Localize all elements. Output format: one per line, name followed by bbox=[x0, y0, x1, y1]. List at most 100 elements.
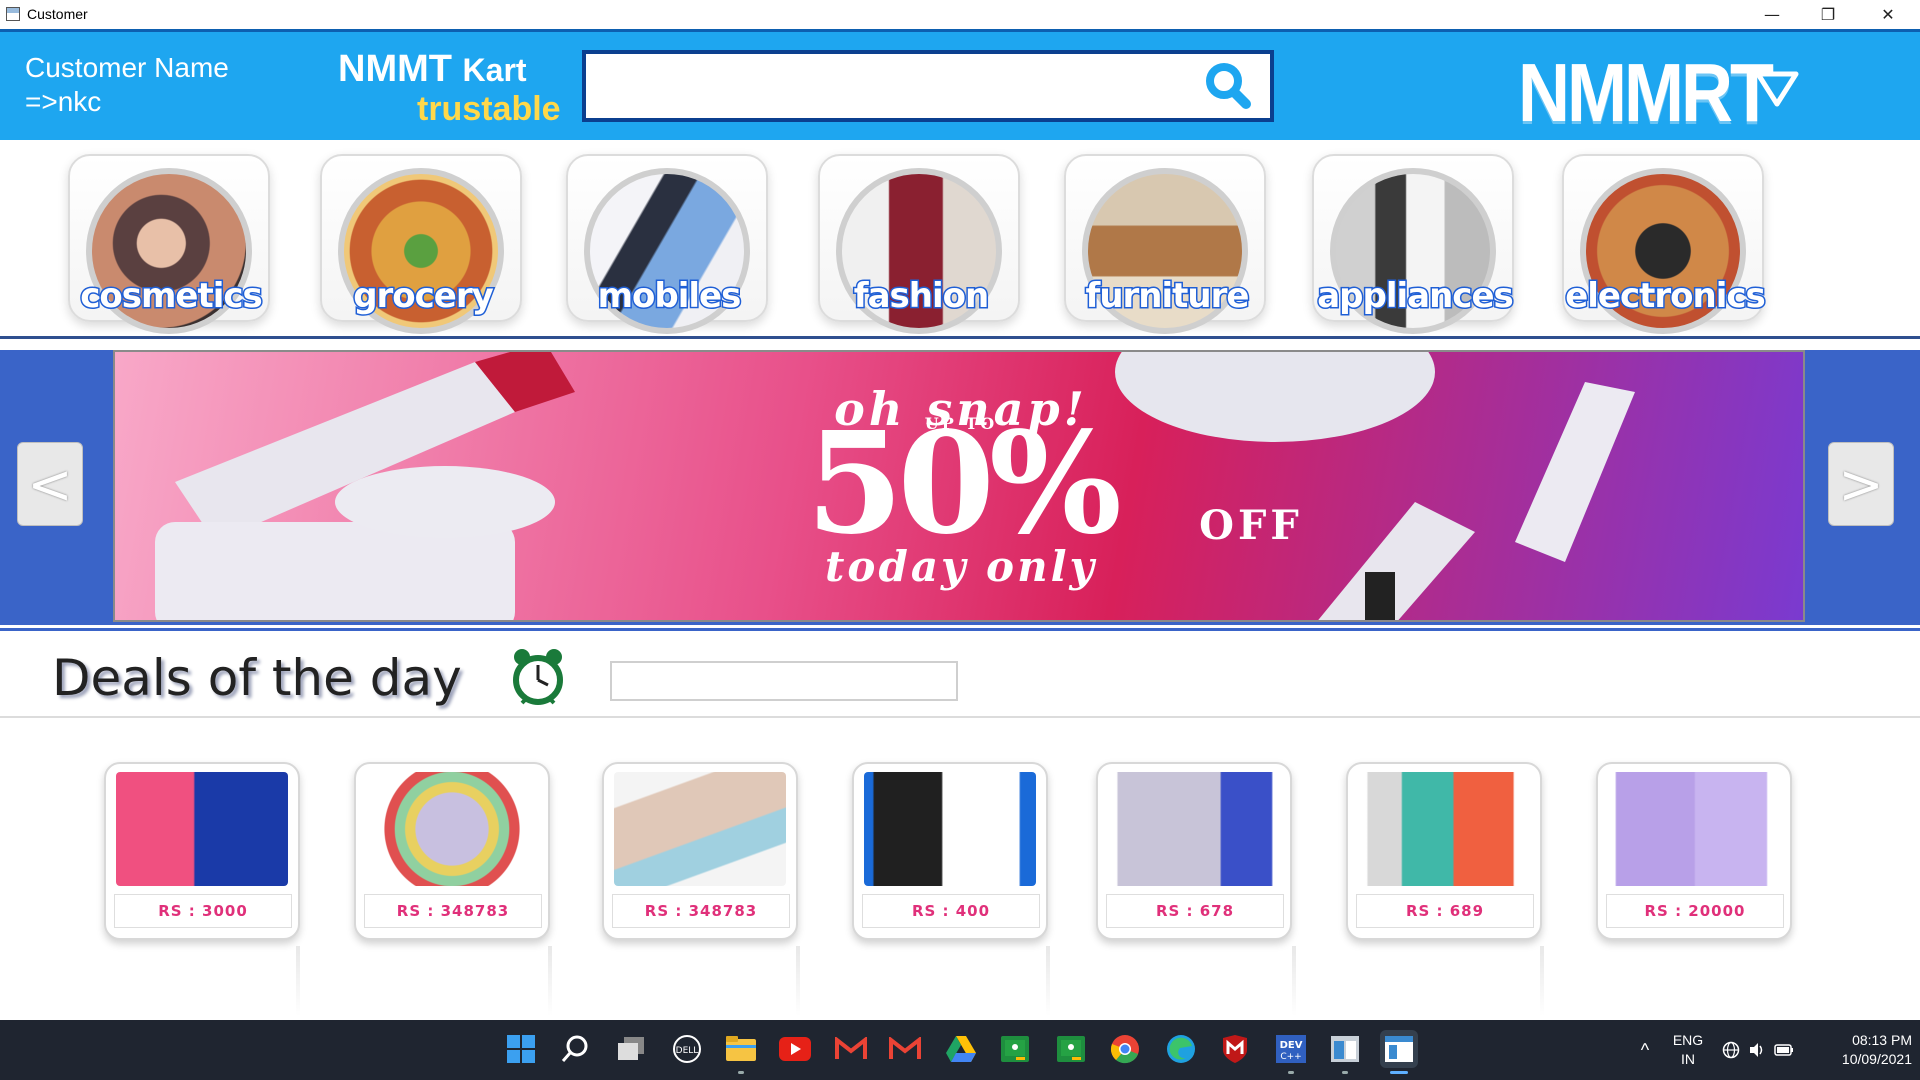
category-label: appliances bbox=[1316, 275, 1516, 318]
product-card[interactable]: RS : 400 bbox=[852, 762, 1048, 940]
windows-taskbar: DELL DEV C++ ^ ENG IN 08:13 PM 10/09/202… bbox=[0, 1020, 1920, 1080]
search-icon[interactable] bbox=[556, 1030, 594, 1068]
window-titlebar: Customer — ❐ ✕ bbox=[0, 0, 1920, 30]
product-price: RS : 348783 bbox=[612, 894, 790, 928]
language-indicator[interactable]: ENG IN bbox=[1668, 1031, 1708, 1071]
banner-subline: today only bbox=[825, 542, 1097, 591]
product-image bbox=[116, 772, 288, 886]
google-classroom-icon-2[interactable] bbox=[1052, 1030, 1090, 1068]
product-image bbox=[864, 772, 1036, 886]
category-appliances[interactable]: appliances bbox=[1312, 154, 1516, 334]
category-mobiles[interactable]: mobiles bbox=[566, 154, 768, 334]
header-bar: Customer Name =>nkc NMMT Kart trustable … bbox=[0, 29, 1920, 140]
clock[interactable]: 08:13 PM 10/09/2021 bbox=[1812, 1031, 1912, 1071]
battery-icon bbox=[1774, 1044, 1793, 1056]
product-card[interactable]: RS : 348783 bbox=[602, 762, 798, 940]
category-label: mobiles bbox=[596, 275, 743, 318]
app-icon bbox=[6, 7, 20, 21]
search-icon bbox=[1206, 63, 1251, 109]
card-divider bbox=[1292, 946, 1296, 1016]
app-window-icon[interactable] bbox=[1326, 1030, 1364, 1074]
product-image bbox=[1358, 772, 1530, 886]
category-electronics[interactable]: electronics bbox=[1562, 154, 1768, 334]
category-furniture[interactable]: furniture bbox=[1064, 154, 1266, 334]
card-divider bbox=[296, 946, 300, 1016]
product-price: RS : 678 bbox=[1106, 894, 1284, 928]
product-price: RS : 348783 bbox=[364, 894, 542, 928]
card-divider bbox=[1540, 946, 1544, 1016]
customer-name-value: =>nkc bbox=[25, 86, 102, 117]
alarm-clock-icon bbox=[513, 649, 563, 705]
product-image bbox=[614, 772, 786, 886]
svg-text:DELL: DELL bbox=[676, 1046, 699, 1056]
product-price: RS : 20000 bbox=[1606, 894, 1784, 928]
file-explorer-icon[interactable] bbox=[722, 1030, 760, 1074]
product-image bbox=[1608, 772, 1780, 886]
tray-overflow-button[interactable]: ^ bbox=[1630, 1020, 1660, 1080]
product-image bbox=[366, 772, 538, 886]
minimize-button[interactable]: — bbox=[1744, 0, 1800, 29]
dropdown-triangle-icon bbox=[1755, 71, 1799, 107]
clock-date: 10/09/2021 bbox=[1841, 1051, 1912, 1067]
category-label: cosmetics bbox=[79, 275, 265, 318]
category-cosmetics[interactable]: cosmetics bbox=[68, 154, 270, 334]
deals-timer-field bbox=[610, 661, 958, 701]
language-code: ENG bbox=[1672, 1032, 1704, 1048]
promo-banner[interactable]: oh snap! UP TO 50% OFF today only bbox=[113, 350, 1805, 622]
dell-icon[interactable]: DELL bbox=[668, 1030, 706, 1068]
product-image bbox=[1108, 772, 1280, 886]
deals-header: Deals of the day bbox=[0, 628, 1920, 718]
product-card[interactable]: RS : 678 bbox=[1096, 762, 1292, 940]
card-divider bbox=[1046, 946, 1050, 1016]
svg-text:DEV: DEV bbox=[1280, 1040, 1303, 1051]
windows-start-icon[interactable] bbox=[502, 1030, 540, 1068]
store-logo: NMMRT bbox=[1518, 47, 1774, 140]
mcafee-icon[interactable] bbox=[1216, 1030, 1254, 1068]
product-card[interactable]: RS : 3000 bbox=[104, 762, 300, 940]
svg-text:C++: C++ bbox=[1280, 1052, 1301, 1062]
deal-products: RS : 3000 RS : 348783 RS : 348783 RS : 4… bbox=[0, 720, 1920, 1018]
card-divider bbox=[796, 946, 800, 1016]
brand-tagline: trustable bbox=[417, 90, 561, 128]
menu-dropdown-button[interactable] bbox=[1752, 68, 1802, 110]
clock-time: 08:13 PM bbox=[1852, 1032, 1912, 1048]
restore-button[interactable]: ❐ bbox=[1800, 0, 1856, 29]
youtube-icon[interactable] bbox=[776, 1030, 814, 1068]
google-classroom-icon[interactable] bbox=[996, 1030, 1034, 1068]
brand-suffix: Kart bbox=[462, 52, 527, 88]
gmail-icon[interactable] bbox=[832, 1030, 870, 1068]
carousel-next-button[interactable]: > bbox=[1828, 442, 1894, 526]
category-fashion[interactable]: fashion bbox=[818, 154, 1020, 334]
category-label: grocery bbox=[352, 275, 496, 318]
product-card[interactable]: RS : 348783 bbox=[354, 762, 550, 940]
product-price: RS : 3000 bbox=[114, 894, 292, 928]
product-card[interactable]: RS : 20000 bbox=[1596, 762, 1792, 940]
volume-icon bbox=[1750, 1043, 1763, 1057]
dev-cpp-icon[interactable]: DEV C++ bbox=[1272, 1030, 1310, 1074]
edge-icon[interactable] bbox=[1162, 1030, 1200, 1068]
gmail-icon-2[interactable] bbox=[886, 1030, 924, 1068]
network-globe-icon bbox=[1722, 1041, 1740, 1059]
chrome-icon[interactable] bbox=[1106, 1030, 1144, 1068]
product-price: RS : 400 bbox=[862, 894, 1040, 928]
carousel-prev-button[interactable]: < bbox=[17, 442, 83, 526]
card-divider bbox=[548, 946, 552, 1016]
task-view-icon[interactable] bbox=[612, 1030, 650, 1068]
category-label: electronics bbox=[1564, 275, 1768, 318]
brand-name: NMMT bbox=[338, 48, 452, 90]
system-tray-icons[interactable] bbox=[1722, 1020, 1798, 1080]
customer-name-label: Customer Name bbox=[25, 52, 229, 83]
search-input[interactable] bbox=[596, 62, 1190, 112]
promo-carousel: oh snap! UP TO 50% OFF today only < > bbox=[0, 350, 1920, 625]
category-grocery[interactable]: grocery bbox=[320, 154, 522, 334]
close-button[interactable]: ✕ bbox=[1860, 0, 1916, 29]
region-code: IN bbox=[1681, 1051, 1695, 1067]
category-strip: cosmetics grocery mobiles fashion furnit… bbox=[0, 140, 1920, 339]
brand-title: NMMT Kart bbox=[338, 48, 527, 91]
search-button[interactable] bbox=[1202, 60, 1254, 112]
java-app-icon[interactable] bbox=[1380, 1030, 1418, 1074]
product-card[interactable]: RS : 689 bbox=[1346, 762, 1542, 940]
category-label: furniture bbox=[1084, 275, 1251, 318]
google-drive-icon[interactable] bbox=[942, 1030, 980, 1068]
product-price: RS : 689 bbox=[1356, 894, 1534, 928]
